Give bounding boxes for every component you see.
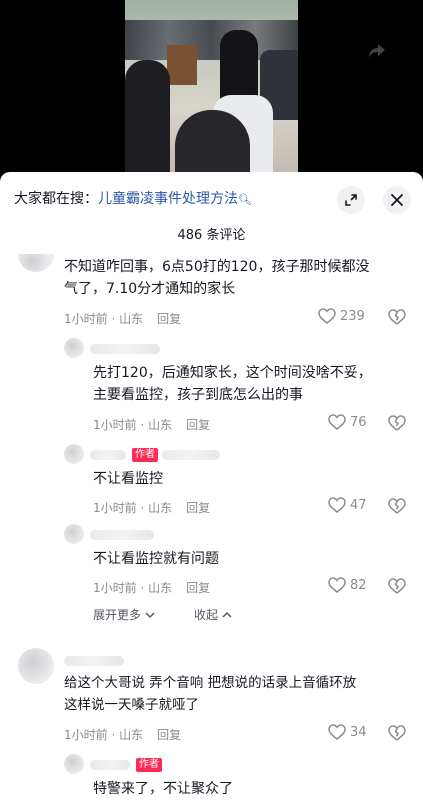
comment-line: 气了，7.10分才通知的家长	[64, 281, 236, 297]
video-player[interactable]	[0, 0, 423, 180]
comment-text: 不让看监控就有问题	[93, 548, 403, 570]
comment-text: 先打120，后通知家长，这个时间没啥不妥， 主要看监控，孩子到底怎么出的事	[93, 362, 403, 406]
comment-time: 1小时前 · 山东	[93, 418, 173, 432]
comment-meta: 1小时前 · 山东 回复	[64, 726, 181, 743]
search-suggestion[interactable]: 大家都在搜：儿童霸凌事件处理方法🔍︎	[14, 188, 252, 208]
comment-line: 特警来了，不让聚众了	[93, 781, 233, 797]
author-badge: 作者	[132, 448, 158, 462]
like-count: 82	[350, 577, 367, 593]
reply-button[interactable]: 回复	[186, 581, 210, 595]
avatar[interactable]	[64, 338, 84, 358]
username[interactable]	[90, 450, 126, 460]
comment-sheet: 大家都在搜：儿童霸凌事件处理方法🔍︎ 486 条评论 不知道咋回事，6点50打的…	[0, 172, 423, 800]
reply-button[interactable]: 回复	[186, 501, 210, 515]
comment-time: 1小时前 · 山东	[64, 728, 144, 742]
share-icon[interactable]	[367, 41, 387, 61]
collapse-label: 收起	[194, 608, 219, 622]
username[interactable]	[90, 344, 160, 354]
like-button[interactable]: 239	[318, 308, 365, 324]
comment-line: 不让看监控就有问题	[93, 551, 219, 567]
video-podium	[167, 45, 197, 85]
comment-text: 给这个大哥说 弄个音响 把想说的话录上音循环放 这样说一天嗓子就哑了	[64, 672, 414, 716]
heart-icon	[318, 308, 336, 324]
heart-icon	[328, 724, 346, 740]
close-button[interactable]	[383, 186, 411, 214]
close-icon	[391, 194, 403, 206]
comment-line: 主要看监控，孩子到底怎么出的事	[93, 387, 303, 403]
author-badge: 作者	[136, 758, 162, 772]
avatar[interactable]	[18, 254, 54, 272]
search-term-link[interactable]: 儿童霸凌事件处理方法	[98, 191, 238, 207]
avatar[interactable]	[64, 524, 84, 544]
comment-line: 给这个大哥说 弄个音响 把想说的话录上音循环放	[64, 675, 357, 691]
comment-meta: 1小时前 · 山东 回复	[93, 499, 210, 516]
comment-time: 1小时前 · 山东	[93, 581, 173, 595]
dislike-icon[interactable]	[388, 725, 406, 741]
avatar[interactable]	[64, 444, 84, 464]
username[interactable]	[162, 450, 220, 460]
avatar[interactable]	[18, 648, 54, 684]
expand-more-button[interactable]: 展开更多	[93, 606, 155, 623]
comment-meta: 1小时前 · 山东 回复	[93, 416, 210, 433]
reply-button[interactable]: 回复	[186, 418, 210, 432]
comment-meta: 1小时前 · 山东 回复	[93, 579, 210, 596]
like-count: 76	[350, 414, 367, 430]
like-button[interactable]: 82	[328, 577, 367, 593]
avatar[interactable]	[64, 754, 84, 774]
dislike-icon[interactable]	[388, 415, 406, 431]
search-icon[interactable]: 🔍︎	[238, 193, 252, 206]
username[interactable]	[90, 530, 154, 540]
expand-icon	[345, 194, 357, 206]
like-button[interactable]: 76	[328, 414, 367, 430]
collapse-button[interactable]: 收起	[194, 606, 232, 623]
reply-button[interactable]: 回复	[157, 312, 181, 326]
comment-line: 先打120，后通知家长，这个时间没啥不妥，	[93, 365, 372, 381]
comment-count: 486 条评论	[177, 228, 246, 243]
dislike-icon[interactable]	[388, 578, 406, 594]
video-person	[175, 110, 250, 180]
heart-icon	[328, 414, 346, 430]
video-person	[125, 60, 170, 180]
chevron-down-icon	[145, 612, 155, 619]
comment-text: 不知道咋回事，6点50打的120，孩子那时候都没 气了，7.10分才通知的家长	[64, 256, 409, 300]
expand-more-label: 展开更多	[93, 608, 142, 622]
comment-time: 1小时前 · 山东	[93, 501, 173, 515]
comment-line: 不知道咋回事，6点50打的120，孩子那时候都没	[64, 259, 370, 275]
video-frame	[125, 0, 298, 180]
search-prefix: 大家都在搜：	[14, 191, 98, 207]
like-count: 47	[350, 497, 367, 513]
comment-time: 1小时前 · 山东	[64, 312, 144, 326]
like-count: 34	[350, 724, 367, 740]
expand-button[interactable]	[337, 186, 365, 214]
like-count: 239	[340, 308, 365, 324]
comment-line: 这样说一天嗓子就哑了	[64, 697, 199, 713]
reply-button[interactable]: 回复	[157, 728, 181, 742]
comment-meta: 1小时前 · 山东 回复	[64, 310, 181, 327]
comment-line: 不让看监控	[93, 471, 163, 487]
heart-icon	[328, 497, 346, 513]
like-button[interactable]: 34	[328, 724, 367, 740]
comment-text: 不让看监控	[93, 468, 403, 490]
comment-text: 特警来了，不让聚众了	[93, 778, 403, 800]
dislike-icon[interactable]	[388, 498, 406, 514]
username[interactable]	[90, 760, 130, 770]
dislike-icon[interactable]	[388, 309, 406, 325]
heart-icon	[328, 577, 346, 593]
like-button[interactable]: 47	[328, 497, 367, 513]
chevron-up-icon	[222, 611, 232, 618]
username[interactable]	[64, 656, 124, 666]
